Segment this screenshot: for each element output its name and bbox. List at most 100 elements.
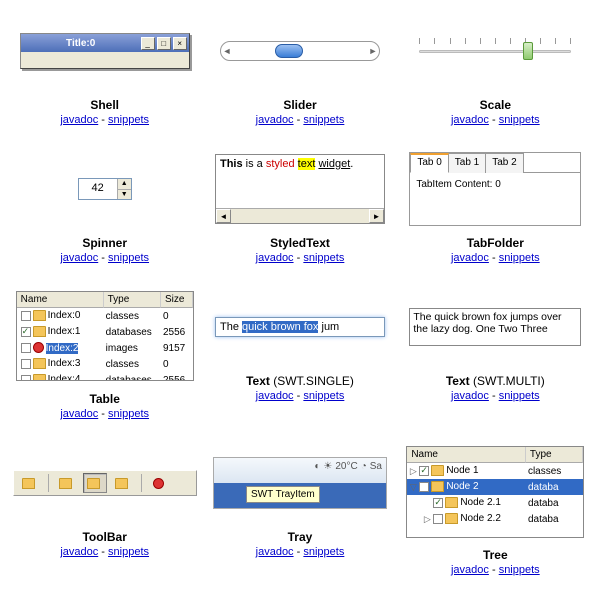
snippets-link[interactable]: snippets xyxy=(499,114,540,126)
scale-knob[interactable] xyxy=(523,42,533,60)
javadoc-link[interactable]: javadoc xyxy=(60,408,98,420)
table-column-type[interactable]: Type xyxy=(104,292,161,308)
tree-twistie[interactable]: ▷ xyxy=(409,466,417,477)
tree-column-name[interactable]: Name xyxy=(407,447,526,463)
tool-button-2[interactable] xyxy=(55,473,79,493)
tree-node-type: databa xyxy=(526,482,583,493)
slider-thumb[interactable] xyxy=(275,44,303,58)
checkbox[interactable] xyxy=(21,311,31,321)
folder-icon xyxy=(59,478,72,489)
widget-title: Tree xyxy=(399,548,592,562)
tree-twistie[interactable]: ▷ xyxy=(423,514,431,525)
table-column-size[interactable]: Size xyxy=(161,292,193,308)
styledtext-widget[interactable]: This is a styled text widget. ◄► xyxy=(215,154,385,224)
tab-2[interactable]: Tab 2 xyxy=(485,153,523,173)
javadoc-link[interactable]: javadoc xyxy=(451,252,489,264)
snippets-link[interactable]: snippets xyxy=(108,546,149,558)
spinner-down-button[interactable]: ▼ xyxy=(117,190,131,200)
spinner-value[interactable]: 42 xyxy=(79,179,117,199)
snippets-link[interactable]: snippets xyxy=(108,114,149,126)
table-row[interactable]: Index:1databases2556 xyxy=(17,324,193,340)
tray-tooltip: SWT TrayItem xyxy=(246,486,320,503)
tool-button-4[interactable] xyxy=(111,473,135,493)
snippets-link[interactable]: snippets xyxy=(303,390,344,402)
slider-widget[interactable]: ◄ ► xyxy=(220,41,380,61)
checkbox[interactable] xyxy=(21,375,31,381)
tree-row[interactable]: Node 2.1databa xyxy=(407,495,583,511)
widget-title: Scale xyxy=(399,98,592,112)
tray-widget: ◐ ☀ 20°C ◔ Sa SWT TrayItem xyxy=(213,457,387,509)
maximize-button[interactable]: □ xyxy=(157,37,171,50)
widget-title: Shell xyxy=(8,98,201,112)
tree-twistie[interactable]: ▽ xyxy=(409,482,417,493)
tool-button-5[interactable] xyxy=(148,473,172,493)
javadoc-link[interactable]: javadoc xyxy=(256,546,294,558)
widget-title: Tray xyxy=(203,530,396,544)
table-row[interactable]: Index:3classes0 xyxy=(17,356,193,372)
tab-1[interactable]: Tab 1 xyxy=(448,153,486,173)
text-single-widget[interactable]: The quick brown fox jum xyxy=(215,317,385,337)
widget-title: Text (SWT.MULTI) xyxy=(399,374,592,388)
checkbox[interactable] xyxy=(433,498,443,508)
javadoc-link[interactable]: javadoc xyxy=(256,252,294,264)
spinner-up-button[interactable]: ▲ xyxy=(117,179,131,190)
row-size: 2556 xyxy=(161,375,193,382)
javadoc-link[interactable]: javadoc xyxy=(256,390,294,402)
snippets-link[interactable]: snippets xyxy=(499,252,540,264)
javadoc-link[interactable]: javadoc xyxy=(60,252,98,264)
tree-node-name: Node 2.2 xyxy=(460,514,501,525)
row-name: Index:4 xyxy=(48,375,81,381)
folder-icon xyxy=(33,374,46,381)
table-row[interactable]: Index:2images9157 xyxy=(17,340,193,356)
row-size: 2556 xyxy=(161,327,193,338)
folder-icon xyxy=(22,478,35,489)
tree-widget[interactable]: Name Type ▷Node 1classes▽Node 2databaNod… xyxy=(406,446,584,538)
table-widget[interactable]: Name Type Size Index:0classes0Index:1dat… xyxy=(16,291,194,381)
javadoc-link[interactable]: javadoc xyxy=(60,114,98,126)
javadoc-link[interactable]: javadoc xyxy=(256,114,294,126)
tab-0[interactable]: Tab 0 xyxy=(410,153,448,173)
checkbox[interactable] xyxy=(419,466,429,476)
tool-button-3[interactable] xyxy=(83,473,107,493)
scale-widget[interactable] xyxy=(415,36,575,66)
slider-right-arrow[interactable]: ► xyxy=(367,46,379,56)
javadoc-link[interactable]: javadoc xyxy=(451,564,489,576)
row-type: classes xyxy=(104,311,161,322)
checkbox[interactable] xyxy=(419,482,429,492)
snippets-link[interactable]: snippets xyxy=(303,114,344,126)
snippets-link[interactable]: snippets xyxy=(303,252,344,264)
horizontal-scrollbar[interactable]: ◄► xyxy=(216,208,384,223)
folder-icon xyxy=(87,478,100,489)
snippets-link[interactable]: snippets xyxy=(108,408,149,420)
checkbox[interactable] xyxy=(21,327,31,337)
checkbox[interactable] xyxy=(433,514,443,524)
table-column-name[interactable]: Name xyxy=(17,292,104,308)
tree-row[interactable]: ▷Node 2.2databa xyxy=(407,511,583,527)
table-row[interactable]: Index:4databases2556 xyxy=(17,372,193,381)
widget-title: Slider xyxy=(203,98,396,112)
snippets-link[interactable]: snippets xyxy=(499,564,540,576)
text-multi-widget[interactable]: The quick brown fox jumps over the lazy … xyxy=(409,308,581,346)
folder-icon xyxy=(33,326,46,337)
tree-column-type[interactable]: Type xyxy=(526,447,583,463)
javadoc-link[interactable]: javadoc xyxy=(60,546,98,558)
spinner-widget[interactable]: 42 ▲ ▼ xyxy=(78,178,132,200)
checkbox[interactable] xyxy=(21,359,31,369)
snippets-link[interactable]: snippets xyxy=(499,390,540,402)
checkbox[interactable] xyxy=(21,343,31,353)
javadoc-link[interactable]: javadoc xyxy=(451,390,489,402)
shell-titlebar[interactable]: Title:0 _ □ × xyxy=(21,34,189,52)
tray-temp: 20°C xyxy=(335,461,357,472)
table-row[interactable]: Index:0classes0 xyxy=(17,308,193,324)
slider-left-arrow[interactable]: ◄ xyxy=(221,46,233,56)
snippets-link[interactable]: snippets xyxy=(303,546,344,558)
snippets-link[interactable]: snippets xyxy=(108,252,149,264)
minimize-button[interactable]: _ xyxy=(141,37,155,50)
tool-button-1[interactable] xyxy=(18,473,42,493)
tree-row[interactable]: ▷Node 1classes xyxy=(407,463,583,479)
close-button[interactable]: × xyxy=(173,37,187,50)
javadoc-link[interactable]: javadoc xyxy=(451,114,489,126)
tree-row[interactable]: ▽Node 2databa xyxy=(407,479,583,495)
tree-node-name: Node 1 xyxy=(446,466,478,477)
row-name: Index:1 xyxy=(48,327,81,338)
